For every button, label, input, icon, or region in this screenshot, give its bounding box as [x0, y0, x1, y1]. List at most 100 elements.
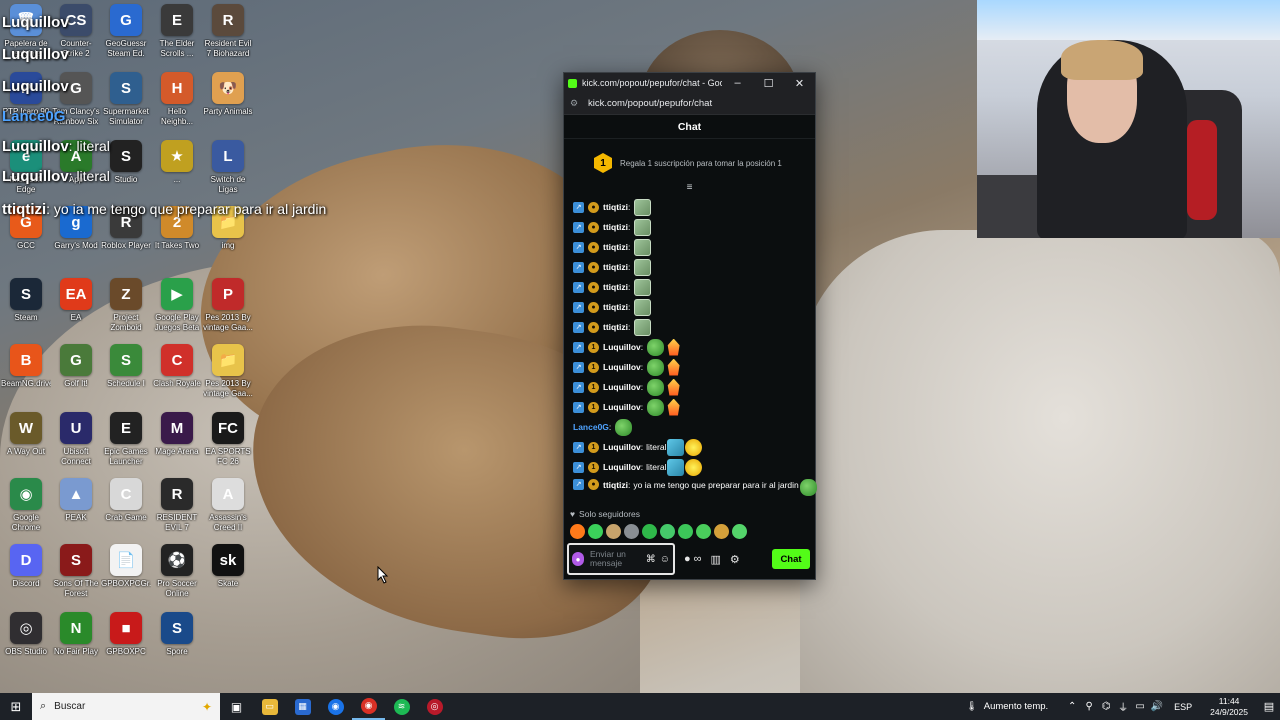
desktop-icon[interactable]: ▶ Google Play Juegos Beta [152, 278, 202, 333]
chat-username[interactable]: ttiqtizi [603, 322, 628, 332]
emote-star-icon[interactable] [685, 438, 703, 456]
chat-message[interactable]: ↗ ● ttiqtizi: yo ia me tengo que preparar p… [573, 477, 817, 497]
emote-pic-icon[interactable] [634, 238, 652, 256]
emote-pic-icon[interactable] [634, 278, 652, 296]
quick-emote-bar[interactable] [570, 523, 747, 539]
emote-pepe-icon[interactable] [799, 479, 817, 496]
chat-username[interactable]: Lance0G [573, 422, 609, 432]
chat-message[interactable]: Lance0G: [573, 417, 817, 437]
taskbar-clock[interactable]: 11:44 24/9/2025 [1210, 696, 1248, 718]
chat-username[interactable]: ttiqtizi [603, 202, 628, 212]
desktop-icon[interactable]: B BeamNG.drive [1, 344, 51, 399]
desktop-icon[interactable]: U Ubisoft Connect [51, 412, 101, 467]
chat-username[interactable]: Luquillov [603, 382, 641, 392]
emote-fire-icon[interactable] [667, 398, 680, 416]
emote-pepe-icon[interactable] [647, 398, 665, 416]
desktop-icon[interactable]: S Supermarket Simulator [101, 72, 151, 127]
chat-message[interactable]: ↗ ● ttiqtizi: [573, 257, 817, 277]
emote-pepe-icon[interactable] [647, 378, 665, 396]
chat-username[interactable]: Luquillov [603, 342, 641, 352]
send-chat-button[interactable]: Chat [772, 549, 810, 569]
desktop-icon[interactable]: E The Elder Scrolls ... [152, 4, 202, 59]
chat-message[interactable]: ↗ 1 Luquillov: [573, 357, 817, 377]
desktop-icon[interactable]: G GeoGuessr Steam Ed. [101, 4, 151, 59]
chat-message[interactable]: ↗ 1 Luquillov: [573, 377, 817, 397]
emote-pepe-icon[interactable] [615, 418, 633, 436]
desktop-icon[interactable]: ▲ PEAK [51, 478, 101, 533]
desktop-icon[interactable]: D Discord [1, 544, 51, 599]
minimize-button[interactable]: – [722, 77, 753, 89]
emote-kappa-icon[interactable] [667, 458, 685, 476]
emote-fire-icon[interactable] [667, 378, 680, 396]
chat-username[interactable]: Luquillov [603, 362, 641, 372]
emote-pic-icon[interactable] [634, 218, 652, 236]
taskbar-search[interactable]: ⌕ Buscar ✦ [32, 693, 220, 720]
desktop-icon[interactable]: ⚽ Pro Soccer Online [152, 544, 202, 599]
desktop-icon[interactable]: N No Fair Play [51, 612, 101, 667]
volume-icon[interactable]: 🔊 [1149, 701, 1165, 712]
desktop-icon[interactable]: R Resident Evil 7 Biohazard [203, 4, 253, 59]
window-titlebar[interactable]: kick.com/popout/pepufor/chat - Googl... … [564, 73, 815, 93]
emote-pic-icon[interactable] [634, 258, 652, 276]
desktop-icon[interactable]: R RESIDENT EVIL 7 [152, 478, 202, 533]
chat-username[interactable]: ttiqtizi [603, 479, 628, 491]
chat-message[interactable]: ↗ 1 Luquillov: literal [573, 437, 817, 457]
spotify-icon[interactable]: ≋ [385, 693, 418, 720]
desktop-icon[interactable]: P Pes 2013 By vintage Gaa... [203, 278, 253, 333]
quick-emote-fire-icon[interactable] [570, 523, 585, 539]
chat-message[interactable]: ↗ ● ttiqtizi: [573, 217, 817, 237]
desktop-icon[interactable]: W A Way Out [1, 412, 51, 467]
chat-message[interactable]: ↗ 1 Luquillov: literal [573, 457, 817, 477]
file-explorer-icon[interactable]: ▭ [253, 693, 286, 720]
emote-pic-icon[interactable] [634, 318, 652, 336]
gift-icon[interactable]: ▥ [711, 553, 721, 566]
network-icon[interactable]: ⌬ [1098, 701, 1114, 712]
chat-username[interactable]: ttiqtizi [603, 262, 628, 272]
chat-input-field[interactable]: ● Enviar un mensaje ⌘ ☺ [567, 543, 675, 575]
quick-emote-frog3-icon[interactable] [678, 523, 693, 539]
emote-kappa-icon[interactable] [667, 438, 685, 456]
site-info-icon[interactable]: ⚙ [570, 98, 582, 109]
chat-message[interactable]: ↗ ● ttiqtizi: [573, 317, 817, 337]
chat-message-list[interactable]: ↗ ● ttiqtizi: ↗ ● ttiqtizi: ↗ ● ttiqtizi: ↗ ● ttiqt… [564, 197, 817, 497]
desktop-icon[interactable]: H Hello Neighb... [152, 72, 202, 127]
desktop-icon[interactable]: M Mage Arena [152, 412, 202, 467]
close-button[interactable]: ✕ [784, 77, 815, 90]
desktop-icon[interactable]: 📄 GPBOXPCGr... [101, 544, 151, 599]
desktop-icon[interactable]: S Schedule I [101, 344, 151, 399]
weather-widget[interactable]: 🌡 Aumento temp. [966, 701, 1048, 712]
desktop-icon[interactable]: Z Project Zomboid [101, 278, 151, 333]
quick-emote-pepe-icon[interactable] [588, 523, 603, 539]
chat-message[interactable]: ↗ ● ttiqtizi: [573, 237, 817, 257]
chat-username[interactable]: Luquillov [603, 442, 641, 452]
chat-message[interactable]: ↗ ● ttiqtizi: [573, 197, 817, 217]
infinity-icon[interactable]: ∞ [694, 553, 702, 565]
desktop-icon[interactable]: 🐶 Party Animals [203, 72, 253, 127]
emote-pic-icon[interactable] [634, 298, 652, 316]
pinned-toggle-icon[interactable]: ≡ [564, 183, 815, 193]
desktop-icon[interactable]: 📁 Pes 2013 By vintage Gaa... [203, 344, 253, 399]
quick-emote-ball-icon[interactable] [624, 523, 639, 539]
desktop-icon[interactable]: EA EA [51, 278, 101, 333]
emote-fire-icon[interactable] [667, 338, 680, 356]
desktop-icon[interactable]: L Switch de Ligas [203, 140, 253, 195]
chat-username[interactable]: ttiqtizi [603, 222, 628, 232]
emote-star-icon[interactable] [685, 458, 703, 476]
chat-username[interactable]: Luquillov [603, 402, 641, 412]
command-icon[interactable]: ⌘ [646, 554, 656, 565]
emoji-picker-icon[interactable]: ☺ [660, 554, 670, 565]
chat-message[interactable]: ↗ ● ttiqtizi: [573, 277, 817, 297]
chevron-up-icon[interactable]: ⌃ [1064, 701, 1080, 712]
chrome-taskbar-icon[interactable]: ◉ [319, 693, 352, 720]
desktop-icon[interactable]: C Clash Royale [152, 344, 202, 399]
users-icon[interactable]: ● [684, 553, 691, 565]
quick-emote-frog-icon[interactable] [642, 523, 657, 539]
desktop-icon[interactable]: G Golf It! [51, 344, 101, 399]
emote-fire-icon[interactable] [667, 358, 680, 376]
desktop-icon[interactable]: ◉ Google Chrome [1, 478, 51, 533]
task-view-icon[interactable]: ▣ [220, 693, 253, 720]
desktop-icon[interactable]: sk Skate [203, 544, 253, 599]
desktop-icon[interactable]: S Steam [1, 278, 51, 333]
emote-pepe-icon[interactable] [647, 358, 665, 376]
quick-emote-frog2-icon[interactable] [660, 523, 675, 539]
